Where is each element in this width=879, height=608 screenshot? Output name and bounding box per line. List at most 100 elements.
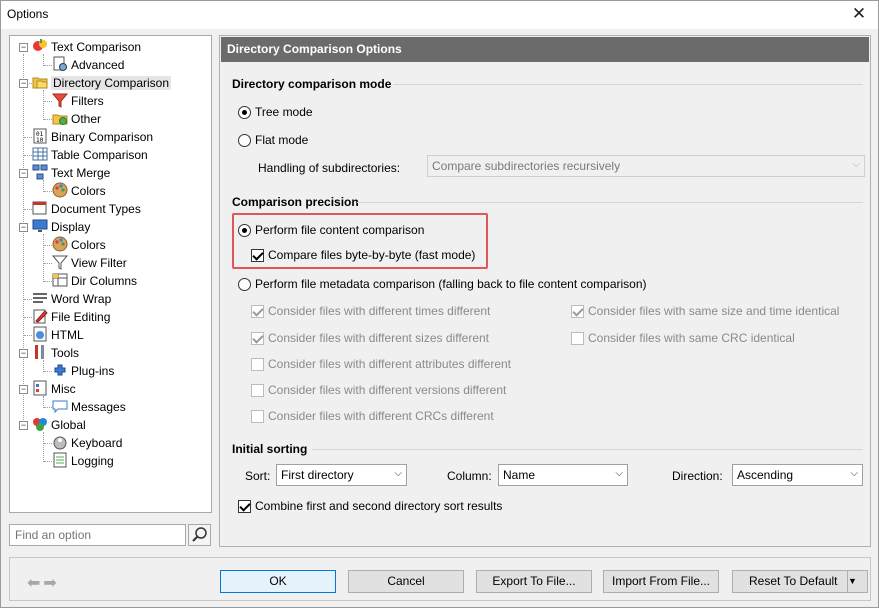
dropdown-arrow-icon[interactable]: ▼ — [847, 571, 867, 592]
tree-item-document-types[interactable]: Document Types — [32, 200, 141, 218]
merge-icon — [32, 164, 48, 180]
table-icon — [32, 147, 48, 161]
tree-item-other[interactable]: Other — [52, 110, 101, 128]
tree-item-binary-comparison[interactable]: 01 10 Binary Comparison — [32, 128, 153, 146]
cancel-button[interactable]: Cancel — [348, 570, 464, 593]
options-tree[interactable]: − Text Comparison Advanced − Directory C… — [9, 35, 212, 513]
search-button[interactable] — [188, 524, 211, 546]
tree-item-display-colors[interactable]: Colors — [52, 236, 106, 254]
tree-item-plug-ins[interactable]: Plug-ins — [52, 362, 114, 380]
times-different-checkbox[interactable]: Consider files with different times diff… — [251, 304, 490, 318]
collapse-toggle[interactable]: − — [19, 43, 28, 52]
checkbox-indicator — [251, 384, 264, 397]
navigation-arrows: ⬅➡ — [27, 573, 60, 593]
tree-item-text-comparison[interactable]: Text Comparison — [32, 38, 141, 56]
checkbox-indicator — [251, 249, 264, 262]
tree-item-misc[interactable]: Misc — [32, 380, 76, 398]
document-types-icon — [32, 201, 47, 215]
byte-by-byte-checkbox[interactable]: Compare files byte-by-byte (fast mode) — [251, 248, 475, 262]
tree-line — [24, 137, 32, 138]
collapse-toggle[interactable]: − — [19, 223, 28, 232]
direction-label: Direction: — [672, 469, 723, 483]
collapse-toggle[interactable]: − — [19, 385, 28, 394]
section-title-sorting: Initial sorting — [232, 442, 308, 456]
radio-indicator — [238, 106, 251, 119]
forward-arrow-icon[interactable]: ➡ — [43, 575, 59, 592]
collapse-toggle[interactable]: − — [19, 169, 28, 178]
attributes-different-checkbox[interactable]: Consider files with different attributes… — [251, 357, 511, 371]
tree-mode-radio[interactable]: Tree mode — [238, 105, 313, 119]
tree-item-display[interactable]: Display — [32, 218, 90, 236]
tree-item-view-filter[interactable]: View Filter — [52, 254, 127, 272]
reset-button[interactable]: Reset To Default ▼ — [732, 570, 868, 593]
tree-line — [44, 191, 52, 192]
filter-icon — [52, 93, 68, 108]
tree-line — [44, 263, 52, 264]
chevron-down-icon: ⌵ — [852, 159, 860, 170]
metadata-comparison-radio[interactable]: Perform file metadata comparison (fallin… — [238, 277, 647, 291]
tree-item-global[interactable]: Global — [32, 416, 86, 434]
crcs-different-checkbox[interactable]: Consider files with different CRCs diffe… — [251, 409, 494, 423]
logging-icon — [53, 452, 67, 468]
collapse-toggle[interactable]: − — [19, 421, 28, 430]
columns-icon — [52, 273, 68, 287]
same-size-time-checkbox[interactable]: Consider files with same size and time i… — [571, 304, 839, 318]
export-button[interactable]: Export To File... — [476, 570, 592, 593]
tree-item-word-wrap[interactable]: Word Wrap — [32, 290, 111, 308]
collapse-toggle[interactable]: − — [19, 349, 28, 358]
flat-mode-radio[interactable]: Flat mode — [238, 133, 308, 147]
tree-item-advanced[interactable]: Advanced — [52, 56, 124, 74]
combine-sort-checkbox[interactable]: Combine first and second directory sort … — [238, 499, 502, 513]
tree-line — [44, 443, 52, 444]
close-icon[interactable]: ✕ — [848, 4, 870, 24]
tree-item-messages[interactable]: Messages — [52, 398, 126, 416]
tree-item-text-merge-colors[interactable]: Colors — [52, 182, 106, 200]
tree-item-filters[interactable]: Filters — [52, 92, 104, 110]
tree-item-logging[interactable]: Logging — [52, 452, 114, 470]
panel-header: Directory Comparison Options — [221, 37, 869, 62]
find-option-input[interactable] — [9, 524, 186, 546]
html-icon — [33, 326, 47, 342]
palette-icon — [52, 236, 68, 252]
tree-item-tools[interactable]: Tools — [32, 344, 79, 362]
tree-line — [43, 234, 44, 282]
tree-item-keyboard[interactable]: Keyboard — [52, 434, 122, 452]
tree-item-table-comparison[interactable]: Table Comparison — [32, 146, 148, 164]
tree-line — [44, 281, 52, 282]
import-button[interactable]: Import From File... — [603, 570, 719, 593]
content-comparison-radio[interactable]: Perform file content comparison — [238, 223, 424, 237]
tree-line — [44, 371, 52, 372]
radio-indicator — [238, 224, 251, 237]
sizes-different-checkbox[interactable]: Consider files with different sizes diff… — [251, 331, 489, 345]
chevron-down-icon: ⌵ — [394, 468, 402, 479]
subdir-dropdown[interactable]: Compare subdirectories recursively ⌵ — [427, 155, 865, 177]
section-title-precision: Comparison precision — [232, 195, 359, 209]
versions-different-checkbox[interactable]: Consider files with different versions d… — [251, 383, 506, 397]
column-dropdown[interactable]: Name ⌵ — [498, 464, 628, 486]
advanced-icon — [53, 56, 67, 71]
tree-item-directory-comparison[interactable]: Directory Comparison — [32, 74, 172, 92]
tree-line — [23, 54, 24, 426]
radio-indicator — [238, 278, 251, 291]
sort-dropdown[interactable]: First directory ⌵ — [276, 464, 407, 486]
tree-item-text-merge[interactable]: Text Merge — [32, 164, 110, 182]
search-icon — [192, 527, 207, 542]
tree-item-dir-columns[interactable]: Dir Columns — [52, 272, 137, 290]
ok-button[interactable]: OK — [220, 570, 336, 593]
back-arrow-icon[interactable]: ⬅ — [27, 575, 43, 592]
direction-dropdown[interactable]: Ascending ⌵ — [732, 464, 863, 486]
tree-item-html[interactable]: HTML — [32, 326, 84, 344]
same-crc-checkbox[interactable]: Consider files with same CRC identical — [571, 331, 795, 345]
tree-line — [24, 83, 32, 84]
tree-line — [24, 299, 32, 300]
chevron-down-icon: ⌵ — [615, 468, 623, 479]
global-icon — [33, 418, 47, 431]
radio-indicator — [238, 134, 251, 147]
tree-line — [43, 90, 44, 120]
filter-icon — [52, 255, 68, 270]
tree-line — [24, 209, 32, 210]
tree-item-file-editing[interactable]: File Editing — [32, 308, 110, 326]
tree-line — [44, 245, 52, 246]
checkbox-indicator — [251, 358, 264, 371]
section-separator — [312, 449, 863, 450]
